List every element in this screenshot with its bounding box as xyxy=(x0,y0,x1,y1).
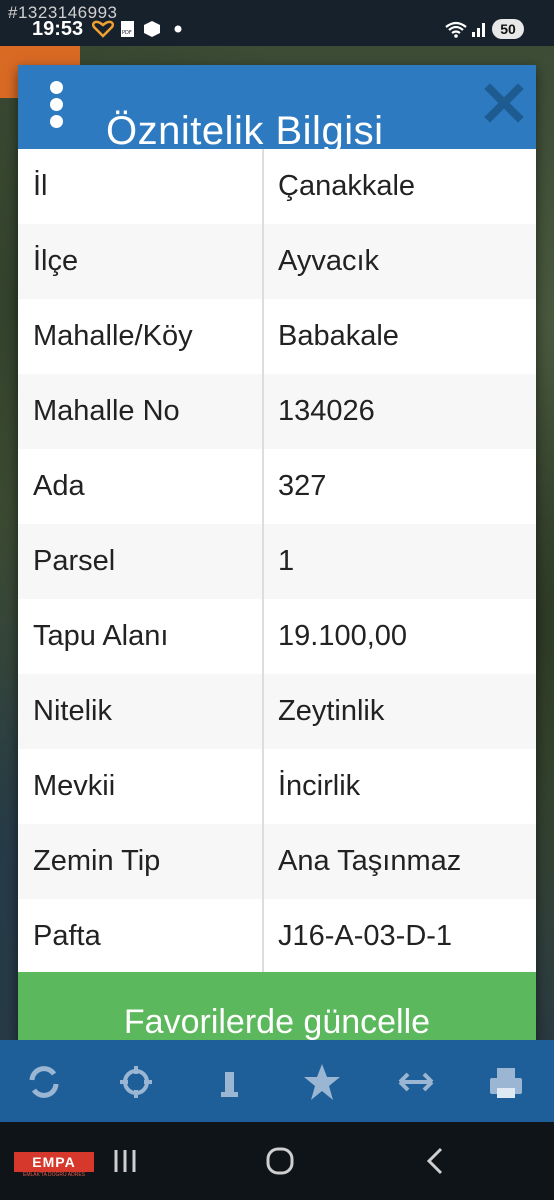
package-icon xyxy=(144,21,160,37)
attribute-key: Parsel xyxy=(33,545,116,577)
pdf-icon: PDF xyxy=(121,21,134,37)
status-bar: #1323146993 19:53 PDF 50 xyxy=(0,0,554,46)
refresh-icon[interactable] xyxy=(24,1062,64,1102)
attribute-value: J16-A-03-D-1 xyxy=(278,920,453,952)
attribute-key: İlçe xyxy=(33,245,79,277)
table-row: Ada 327 xyxy=(18,449,536,525)
measure-icon[interactable] xyxy=(396,1062,436,1102)
attribute-key: Zemin Tip xyxy=(33,845,161,877)
attribute-value: 1 xyxy=(278,545,295,577)
table-row: Mahalle No 134026 xyxy=(18,374,536,450)
attribute-key: Mevkii xyxy=(33,770,116,802)
heart-app-icon xyxy=(92,20,114,38)
attribute-table: İl Çanakkale İlçe Ayvacık Mahalle/Köy Ba… xyxy=(18,149,536,972)
info-icon[interactable] xyxy=(210,1062,250,1102)
table-row: Mevkii İncirlik xyxy=(18,749,536,825)
table-row: Tapu Alanı 19.100,00 xyxy=(18,599,536,675)
table-row: İlçe Ayvacık xyxy=(18,224,536,300)
more-options-icon[interactable] xyxy=(48,81,64,129)
print-icon[interactable] xyxy=(486,1062,526,1102)
attribute-key: Nitelik xyxy=(33,695,112,727)
dialog-header: Öznitelik Bilgisi xyxy=(18,65,536,149)
logo-subtitle: EMLAK'TA DOĞRU ADRES xyxy=(23,1172,85,1178)
map-toolbar xyxy=(0,1040,554,1122)
attribute-value: İncirlik xyxy=(278,770,361,802)
table-row: Pafta J16-A-03-D-1 xyxy=(18,899,536,972)
attribute-key: Tapu Alanı xyxy=(33,620,169,652)
notification-dot-icon xyxy=(174,25,182,33)
attribute-key: Mahalle No xyxy=(33,395,180,427)
attribute-value: 327 xyxy=(278,470,327,502)
attribute-value: 134026 xyxy=(278,395,375,427)
attribute-value: 19.100,00 xyxy=(278,620,408,652)
attribute-key: Mahalle/Köy xyxy=(33,320,193,352)
home-icon[interactable] xyxy=(265,1146,295,1176)
back-icon[interactable] xyxy=(424,1146,446,1176)
attribute-value: Zeytinlik xyxy=(278,695,385,727)
recent-apps-icon[interactable] xyxy=(112,1146,138,1176)
clock: 19:53 xyxy=(32,18,84,40)
table-row: Parsel 1 xyxy=(18,524,536,600)
dialog-title: Öznitelik Bilgisi xyxy=(106,109,384,149)
attribute-value: Ayvacık xyxy=(278,245,380,277)
crosshair-icon[interactable] xyxy=(116,1062,156,1102)
attribute-value: Ana Taşınmaz xyxy=(278,845,462,877)
battery-level: 50 xyxy=(492,19,524,39)
attribute-key: Pafta xyxy=(33,920,101,952)
attribute-dialog: Öznitelik Bilgisi İl Çanakkale İlçe Ayva… xyxy=(18,65,536,1076)
empa-logo: EMPA EMLAK'TA DOĞRU ADRES xyxy=(14,1152,94,1180)
signal-icon xyxy=(472,23,485,37)
svg-text:PDF: PDF xyxy=(122,30,132,36)
close-icon[interactable] xyxy=(484,83,524,123)
table-row: Mahalle/Köy Babakale xyxy=(18,299,536,375)
star-icon[interactable] xyxy=(302,1062,342,1102)
table-row: Zemin Tip Ana Taşınmaz xyxy=(18,824,536,900)
attribute-value: Çanakkale xyxy=(278,170,416,202)
table-row: İl Çanakkale xyxy=(18,149,536,225)
attribute-key: Ada xyxy=(33,470,85,502)
table-row: Nitelik Zeytinlik xyxy=(18,674,536,750)
attribute-key: İl xyxy=(33,170,48,202)
wifi-icon xyxy=(445,21,467,38)
logo-text: EMPA xyxy=(14,1152,94,1172)
attribute-value: Babakale xyxy=(278,320,399,352)
